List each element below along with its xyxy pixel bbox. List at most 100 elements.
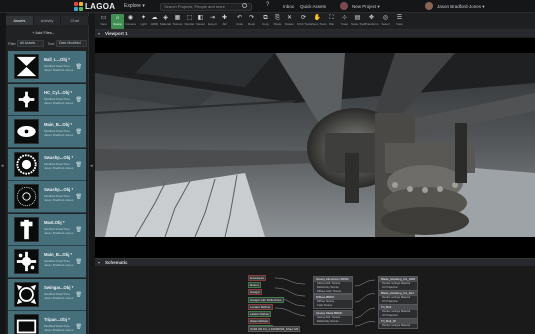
trash-icon[interactable]: 🗑 [76, 64, 82, 70]
tab-chat[interactable]: Chat [61, 16, 90, 25]
asset-name: Tripan...Obj * [44, 317, 70, 322]
asset-name: Ball_L...Obj * [44, 57, 70, 62]
tool-ar-button[interactable]: ✚ AR [218, 14, 231, 29]
schematic-canvas[interactable]: Envelopes Rotors Hangar Hangar with Reflect… [95, 266, 535, 334]
object-node[interactable]: Tri_Bolt Render settings Material UV Proje… [378, 304, 418, 319]
search-icon[interactable] [242, 3, 247, 8]
tool-label: Snap [340, 22, 348, 26]
user-menu[interactable]: Jason Bradford-Jones ▾ [437, 4, 485, 10]
tool-label: New [100, 22, 107, 26]
lagoa-logo[interactable]: LAGOA [74, 2, 115, 11]
tool-label: Select [381, 22, 390, 26]
schematic-node[interactable]: Hangar [248, 289, 262, 296]
schematic-node[interactable]: Hangar with Reflections [248, 296, 284, 303]
explore-label: Explore [124, 3, 141, 9]
tool-select-button[interactable]: ◎ Select [379, 14, 392, 29]
object-node[interactable]: Blade_Rotating_Ins_HDR Render settings Ma… [378, 276, 418, 291]
quick-assets-link[interactable]: Quick Assets [300, 4, 326, 9]
sort-select[interactable]: Date Modified [56, 40, 87, 47]
tool-camera-button[interactable]: ◉ Camera [124, 14, 137, 29]
asset-list-item[interactable]: HC_Cyl...Obj * Modified Date/Time Jason Br… [8, 83, 86, 116]
asset-list-item[interactable]: Ball_L...Obj * Modified Date/Time Jason Br… [8, 51, 86, 83]
asset-owner: Jason Bradford-Jones [44, 133, 74, 137]
schematic-node[interactable]: Envelopes [248, 275, 267, 281]
trash-icon[interactable]: 🗑 [76, 129, 82, 135]
object-node-port[interactable]: Render settings Material [379, 324, 417, 328]
tool-snap-button[interactable]: ⊹ Snap [338, 14, 351, 29]
object-node[interactable]: Blade_Rotating_Ins_Def Render settings Ma… [378, 290, 418, 305]
schematic-node[interactable]: Locator Refiner [248, 303, 273, 310]
material-node[interactable]: Diffuse BRDF Diffuse Texture Color Texture [313, 294, 353, 309]
asset-list-item[interactable]: Mast.Obj * Modified Date/Time Jason Bradfo… [8, 213, 86, 246]
project-avatar[interactable] [340, 2, 348, 10]
material-node-port[interactable]: Reflectivity Texture [314, 320, 352, 324]
trash-icon[interactable]: 🗑 [76, 292, 82, 298]
tab-assets[interactable]: Assets [6, 16, 34, 25]
tool-transform-button[interactable]: ✥ Transform [365, 14, 379, 29]
trash-icon[interactable]: 🗑 [76, 227, 82, 233]
object-node[interactable]: Tri_Bolt_Rt Render settings Material [378, 318, 418, 329]
material-node[interactable]: Glossy Metal BRDF Glossy Refl. Texture Ref… [313, 310, 353, 325]
tool-label: Transform [365, 22, 379, 26]
select-icon: ◎ [382, 15, 389, 21]
tool-scale-tools-button[interactable]: ▤ Scale Tools [351, 14, 366, 29]
collapse-toggle-icon[interactable]: ▾ [98, 31, 100, 36]
asset-name: Swashp...Obj * [44, 187, 74, 192]
tool-zoom-tools-button[interactable]: ✋ Zoom Tools [311, 14, 326, 29]
schematic-node[interactable]: OOM HD F3_1 16090003_Shaw Mit [248, 326, 301, 332]
asset-thumbnail [14, 184, 39, 209]
search-input[interactable]: Search Projects, People and more [160, 3, 252, 11]
asset-list-item[interactable]: Swashp...Obj * Modified Date/Time Jason Br… [8, 181, 86, 213]
material-node-port[interactable]: Color Texture [314, 304, 352, 308]
asset-owner: Jason Bradford-Jones [44, 295, 74, 300]
trash-icon[interactable]: 🗑 [76, 194, 82, 200]
tool-scene-button[interactable]: ⌂ Scene [111, 14, 124, 29]
asset-list-item[interactable]: Swingar...Obj * Modified Date/Time Jason B… [8, 278, 86, 311]
user-avatar[interactable] [425, 2, 433, 10]
tool-redo-button[interactable]: ↷ Redo [245, 14, 258, 29]
asset-list-item[interactable]: Main_B...Obj * Modified Date/Time Jason Br… [8, 116, 86, 148]
tool-label: Redo [247, 22, 256, 26]
tool-label: Camera [125, 22, 136, 26]
asset-owner: Jason Bradford-Jones [44, 198, 74, 202]
explore-menu[interactable]: Explore ▾ [124, 3, 145, 9]
tool-orbit-tools-button[interactable]: ⟳ Orbit Tools [297, 14, 312, 29]
help-icon[interactable]: ? [266, 2, 269, 8]
viewport-canvas[interactable] [95, 38, 535, 258]
asset-list-item[interactable]: Main_B...Obj * Modified Date/Time Jason Br… [8, 246, 86, 278]
asset-owner: Jason Bradford-Jones [44, 230, 74, 235]
expand-arrow-icon[interactable]: ◂ [1, 163, 4, 169]
tool-label: Orbit Tools [297, 22, 312, 26]
tool-label: Pan [328, 22, 335, 26]
trash-icon[interactable]: 🗑 [76, 97, 82, 103]
tool-new-button[interactable]: ▭ New [97, 14, 110, 29]
tool-view-button[interactable]: ☰ View [393, 14, 406, 29]
tool-label: Delete [285, 22, 294, 26]
schematic-node[interactable]: Lattice Refiner [248, 311, 272, 317]
logo-text: LAGOA [85, 2, 116, 11]
collapse-toggle-icon[interactable]: ▾ [98, 260, 100, 265]
trash-icon[interactable]: 🗑 [76, 162, 82, 168]
asset-name: Swashp...Obj * [44, 154, 74, 160]
asset-list-item[interactable]: Swashp...Obj * Modified Date/Time Jason Br… [8, 148, 86, 181]
tab-activity[interactable]: Activity [33, 16, 62, 25]
asset-name: Main_B...Obj * [44, 252, 73, 257]
tool-pan-button[interactable]: ⛶ Pan [325, 14, 338, 29]
material-node-port[interactable]: Diffuse Color Texture [314, 290, 352, 294]
trash-icon[interactable]: 🗑 [76, 259, 82, 265]
inbox-link[interactable]: Inbox [283, 4, 294, 9]
new-icon: ▭ [100, 15, 107, 21]
material-node[interactable]: Glossy Aluminium BRDF Glossy Refl. Textur… [313, 276, 353, 295]
trash-icon[interactable]: 🗑 [76, 324, 82, 330]
add-files-button[interactable]: + Add Files... [32, 30, 55, 35]
schematic-node[interactable]: Rotors [248, 282, 261, 289]
schematic-node[interactable]: Glass Refiner [248, 318, 271, 325]
collapse-arrow-icon[interactable]: ◂ [90, 163, 93, 169]
project-menu[interactable]: New Project ▾ [352, 4, 380, 10]
asset-list-item[interactable]: Tripan...Obj * Modified Date/Time Jason Br… [8, 311, 86, 334]
ar-icon: ✚ [221, 15, 228, 21]
tool-delete-button[interactable]: ✕ Delete [283, 14, 296, 29]
filter-select[interactable]: All Assets [17, 40, 44, 47]
transform-icon: ✥ [368, 15, 375, 21]
asset-owner: Jason Bradford-Jones [44, 263, 74, 267]
